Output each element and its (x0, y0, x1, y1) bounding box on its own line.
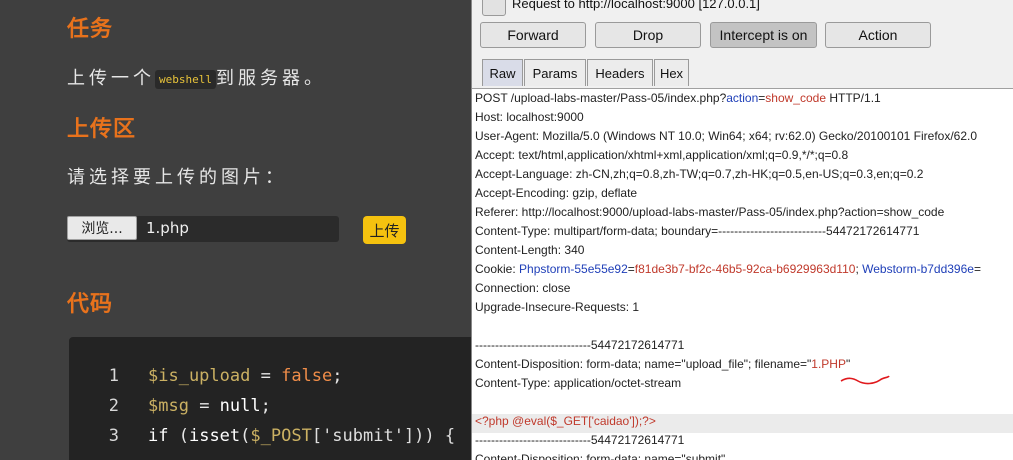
browse-button[interactable]: 浏览... (67, 216, 137, 240)
file-input[interactable]: 浏览... 1.php (67, 216, 339, 242)
upload-labs-page: 任务 上传一个 webshell 到服务器。 上传区 请选择要上传的图片： 浏览..… (0, 0, 471, 460)
line-number: 3 (108, 426, 119, 446)
line-number: 1 (108, 366, 119, 386)
select-prompt: 请选择要上传的图片： (67, 167, 287, 188)
code-text: $msg = null; (148, 396, 271, 416)
task-text-before: 上传一个 (67, 68, 155, 89)
upload-heading: 上传区 (67, 117, 137, 142)
code-heading: 代码 (67, 292, 114, 317)
task-text-after: 到服务器。 (215, 68, 326, 89)
upload-button[interactable]: 上传 (363, 216, 406, 244)
code-text: if (isset($_POST['submit'])) { (148, 426, 456, 446)
code-text: $is_upload = false; (148, 366, 343, 386)
burp-intercept-panel: Request to http://localhost:9000 [127.0.… (471, 0, 1013, 460)
red-underline-annotation (840, 375, 890, 385)
task-heading: 任务 (67, 17, 114, 42)
line-number: 2 (108, 396, 119, 416)
selected-file-name: 1.php (146, 219, 189, 237)
task-description: 上传一个 webshell 到服务器。 (67, 64, 326, 90)
task-code: webshell (155, 69, 216, 89)
code-block: 1 $is_upload = false; 2 $msg = null; 3 if (is… (69, 337, 471, 460)
